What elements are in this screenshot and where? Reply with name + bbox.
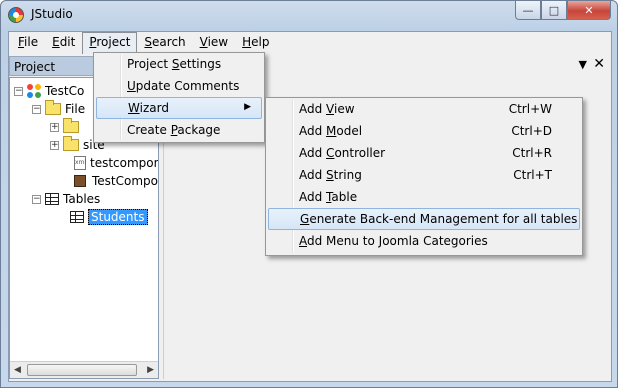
menu-item-wizard[interactable]: Wizard ▶ bbox=[96, 97, 262, 119]
menu-item-add-table[interactable]: Add Table bbox=[266, 186, 582, 208]
tree-node-xml[interactable]: xml testcompon bbox=[74, 154, 159, 172]
collapse-icon[interactable]: − bbox=[14, 86, 23, 96]
folder-icon bbox=[45, 100, 61, 115]
close-button[interactable]: ✕ bbox=[567, 1, 611, 20]
menu-item-add-view[interactable]: Add View Ctrl+W bbox=[266, 98, 582, 120]
scroll-right-icon[interactable]: ▶ bbox=[147, 365, 154, 375]
tree-node-files[interactable]: − File bbox=[32, 100, 85, 118]
scroll-thumb[interactable] bbox=[27, 364, 137, 376]
menu-file[interactable]: File bbox=[11, 32, 45, 54]
tree-label: TestCompor bbox=[92, 174, 159, 188]
title-bar[interactable]: JStudio — □ ✕ bbox=[1, 1, 617, 29]
xml-file-icon: xml bbox=[74, 156, 86, 170]
tree-label-selected: Students bbox=[88, 209, 148, 225]
expand-icon[interactable]: + bbox=[50, 140, 59, 150]
menu-item-add-model[interactable]: Add Model Ctrl+D bbox=[266, 120, 582, 142]
expand-icon[interactable]: + bbox=[50, 122, 59, 132]
app-logo-icon bbox=[8, 7, 24, 23]
tree-label: Tables bbox=[63, 192, 101, 206]
tree-label: TestCo bbox=[45, 84, 85, 98]
menu-edit[interactable]: Edit bbox=[45, 32, 82, 54]
table-icon bbox=[45, 193, 59, 205]
menu-search[interactable]: Search bbox=[137, 32, 192, 54]
window-title: JStudio bbox=[31, 7, 73, 21]
menu-item-create-package[interactable]: Create Package bbox=[94, 119, 264, 141]
menu-project[interactable]: Project bbox=[82, 32, 138, 54]
tree-node-tables[interactable]: − Tables bbox=[32, 190, 100, 208]
tree-node-project[interactable]: − TestCo bbox=[14, 82, 84, 100]
menu-bar: File Edit Project Search View Help bbox=[9, 32, 611, 54]
app-window: JStudio — □ ✕ File Edit Project Search V… bbox=[0, 0, 618, 388]
tree-label: File bbox=[65, 102, 86, 116]
table-icon bbox=[70, 211, 84, 223]
close-panel-icon[interactable]: ✕ bbox=[593, 56, 605, 72]
menu-item-update-comments[interactable]: Update Comments bbox=[94, 75, 264, 97]
scroll-left-icon[interactable]: ◀ bbox=[14, 365, 21, 375]
horizontal-scrollbar[interactable]: ◀ ▶ bbox=[10, 361, 158, 378]
minimize-button[interactable]: — bbox=[515, 1, 541, 20]
wizard-submenu: Add View Ctrl+W Add Model Ctrl+D Add Contr… bbox=[265, 97, 583, 256]
maximize-button[interactable]: □ bbox=[541, 1, 567, 20]
tree-node-students[interactable]: Students bbox=[70, 208, 148, 226]
folder-icon bbox=[63, 118, 79, 133]
tree-node-package[interactable]: TestCompor bbox=[74, 172, 159, 190]
menu-item-add-string[interactable]: Add String Ctrl+T bbox=[266, 164, 582, 186]
dropdown-pin-icon[interactable]: ▼ bbox=[579, 58, 587, 71]
package-icon bbox=[74, 175, 86, 187]
menu-item-generate-backend[interactable]: Generate Back-end Management for all tab… bbox=[268, 208, 580, 230]
submenu-arrow-icon: ▶ bbox=[244, 102, 251, 112]
collapse-icon[interactable]: − bbox=[32, 104, 41, 114]
menu-item-project-settings[interactable]: Project Settings bbox=[94, 53, 264, 75]
joomla-icon bbox=[27, 84, 41, 98]
menu-item-add-menu-joomla[interactable]: Add Menu to Joomla Categories bbox=[266, 230, 582, 252]
menu-item-add-controller[interactable]: Add Controller Ctrl+R bbox=[266, 142, 582, 164]
menu-view[interactable]: View bbox=[193, 32, 235, 54]
collapse-icon[interactable]: − bbox=[32, 194, 41, 204]
project-menu: Project Settings Update Comments Wizard ▶… bbox=[93, 52, 265, 143]
tree-label: testcompon bbox=[90, 156, 159, 170]
menu-help[interactable]: Help bbox=[235, 32, 276, 54]
folder-icon bbox=[63, 136, 79, 151]
tree-node-folder[interactable]: + bbox=[50, 118, 83, 136]
